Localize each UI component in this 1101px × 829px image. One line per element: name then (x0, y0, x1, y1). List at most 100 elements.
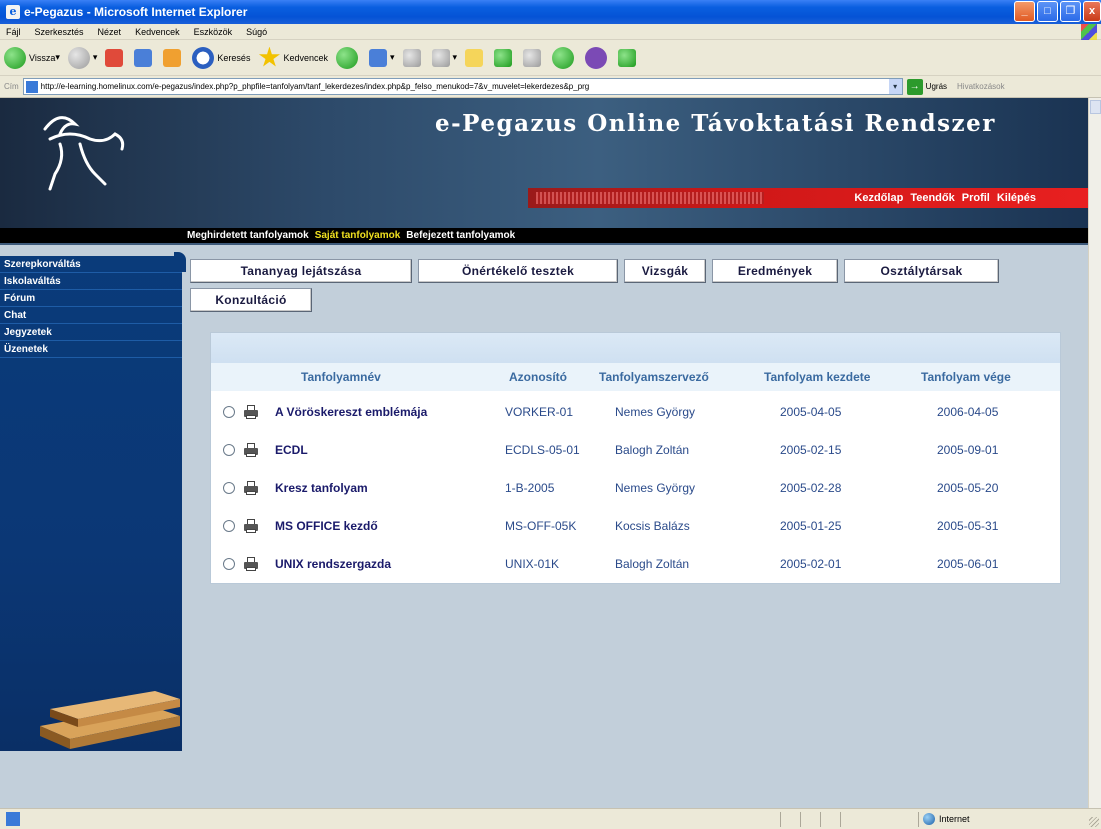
minimize-button[interactable]: _ (1014, 1, 1035, 22)
course-id: UNIX-01K (505, 557, 560, 571)
bug-icon (552, 46, 575, 69)
tab-classmates[interactable]: Osztálytársak (844, 259, 999, 283)
address-url: http://e-learning.homelinux.com/e-pegazu… (40, 82, 590, 91)
course-start: 2005-02-15 (780, 443, 842, 457)
printer-icon[interactable] (243, 519, 259, 533)
menu-view[interactable]: Nézet (98, 27, 122, 37)
search-button[interactable]: Keresés (192, 46, 251, 69)
menu-help[interactable]: Súgó (246, 27, 267, 37)
bug-button[interactable] (552, 46, 577, 69)
address-input[interactable]: http://e-learning.homelinux.com/e-pegazu… (22, 78, 903, 95)
refresh-icon (134, 48, 153, 67)
printer-icon[interactable] (243, 405, 259, 419)
resize-grip-icon[interactable] (1089, 817, 1099, 827)
course-id: VORKER-01 (505, 405, 574, 419)
mail-button[interactable]: ▾ (368, 48, 395, 67)
course-name[interactable]: MS OFFICE kezdő (275, 519, 505, 533)
row-radio[interactable] (223, 482, 235, 494)
header-start: Tanfolyam kezdete (764, 370, 871, 384)
tasks-link[interactable]: Teendők (910, 192, 954, 204)
address-label: Cím (4, 82, 19, 91)
go-button[interactable]: → Ugrás (906, 78, 947, 95)
pen-button[interactable] (523, 48, 544, 67)
refresh-button[interactable] (134, 48, 155, 67)
home-link[interactable]: Kezdőlap (854, 192, 903, 204)
forward-button[interactable]: ▾ (67, 46, 97, 69)
people-button[interactable] (618, 48, 639, 67)
tab-results[interactable]: Eredmények (712, 259, 838, 283)
course-name[interactable]: ECDL (275, 443, 505, 457)
profile-link[interactable]: Profil (962, 192, 990, 204)
research-button[interactable] (494, 48, 515, 67)
nav-announced-courses[interactable]: Meghirdetett tanfolyamok (187, 230, 309, 241)
menu-file[interactable]: Fájl (6, 27, 21, 37)
course-id: MS-OFF-05K (505, 519, 577, 533)
edit-button[interactable]: ▾ (431, 48, 457, 67)
nav-completed-courses[interactable]: Befejezett tanfolyamok (406, 230, 515, 241)
course-id: 1-B-2005 (505, 481, 555, 495)
stop-button[interactable] (105, 48, 126, 67)
printer-icon[interactable] (243, 481, 259, 495)
sidebar-item-messages[interactable]: Üzenetek (0, 341, 182, 358)
sidebar-item-forum[interactable]: Fórum (0, 290, 182, 307)
messenger-button[interactable] (585, 46, 610, 69)
header-course-name: Tanfolyamnév (301, 370, 381, 384)
favorites-label: Kedvencek (283, 52, 328, 63)
row-radio[interactable] (223, 444, 235, 456)
folder-button[interactable] (465, 48, 486, 67)
window-titlebar: e e-Pegazus - Microsoft Internet Explore… (0, 0, 1101, 24)
back-label: Vissza (29, 52, 56, 63)
course-organizer: Balogh Zoltán (615, 557, 690, 571)
course-name[interactable]: Kresz tanfolyam (275, 481, 505, 495)
window-title: e-Pegazus - Microsoft Internet Explorer (24, 5, 248, 19)
restore-button[interactable]: ❐ (1060, 1, 1081, 22)
table-row: A Vöröskereszt emblémája VORKER-01 Nemes… (211, 393, 1060, 431)
course-end: 2005-05-31 (937, 519, 999, 533)
menu-edit[interactable]: Szerkesztés (35, 27, 84, 37)
zone-label: Internet (939, 814, 970, 824)
header-id: Azonosító (509, 370, 567, 384)
browser-toolbar: Vissza ▾ ▾ Keresés Kedvencek ▾ ▾ (0, 40, 1101, 76)
security-zone: Internet (923, 813, 970, 825)
printer-icon[interactable] (243, 443, 259, 457)
tab-exams[interactable]: Vizsgák (624, 259, 706, 283)
row-radio[interactable] (223, 558, 235, 570)
course-name[interactable]: UNIX rendszergazda (275, 557, 505, 571)
search-label: Keresés (217, 52, 251, 63)
logout-link[interactable]: Kilépés (997, 192, 1036, 204)
maximize-button[interactable]: □ (1037, 1, 1058, 22)
status-divider (840, 812, 841, 827)
table-header-strip (211, 333, 1060, 363)
sidebar-item-chat[interactable]: Chat (0, 307, 182, 324)
vertical-scrollbar[interactable] (1088, 98, 1101, 808)
nav-my-courses[interactable]: Saját tanfolyamok (315, 230, 401, 241)
windows-logo-icon (1081, 24, 1097, 40)
mail-icon (368, 48, 387, 67)
back-button[interactable]: Vissza ▾ (4, 46, 60, 69)
tab-consultation[interactable]: Konzultáció (190, 288, 312, 312)
sidebar: Szerepkorváltás Iskolaváltás Fórum Chat … (0, 252, 186, 751)
home-button[interactable] (163, 48, 184, 67)
menu-tools[interactable]: Eszközök (194, 27, 233, 37)
history-button[interactable] (335, 46, 361, 69)
course-start: 2005-02-28 (780, 481, 842, 495)
tab-self-tests[interactable]: Önértékelő tesztek (418, 259, 618, 283)
sidebar-item-role-switch[interactable]: Szerepkorváltás (0, 256, 182, 273)
row-radio[interactable] (223, 406, 235, 418)
links-button[interactable]: Hivatkozások (957, 82, 1005, 91)
menu-favorites[interactable]: Kedvencek (135, 27, 180, 37)
course-start: 2005-01-25 (780, 519, 842, 533)
row-radio[interactable] (223, 520, 235, 532)
tab-play-material[interactable]: Tananyag lejátszása (190, 259, 412, 283)
sidebar-item-school-switch[interactable]: Iskolaváltás (0, 273, 182, 290)
address-dropdown-icon[interactable]: ▾ (888, 79, 902, 94)
print-button[interactable] (402, 48, 424, 67)
sidebar-item-notes[interactable]: Jegyzetek (0, 324, 182, 341)
printer-icon[interactable] (243, 557, 259, 571)
site-title: e-Pegazus Online Távoktatási Rendszer (435, 110, 996, 137)
close-button[interactable]: x (1083, 1, 1101, 22)
course-name[interactable]: A Vöröskereszt emblémája (275, 405, 505, 419)
scrollbar-thumb[interactable] (1090, 100, 1101, 114)
favorites-button[interactable]: Kedvencek (258, 46, 328, 69)
course-organizer: Nemes György (615, 405, 696, 419)
